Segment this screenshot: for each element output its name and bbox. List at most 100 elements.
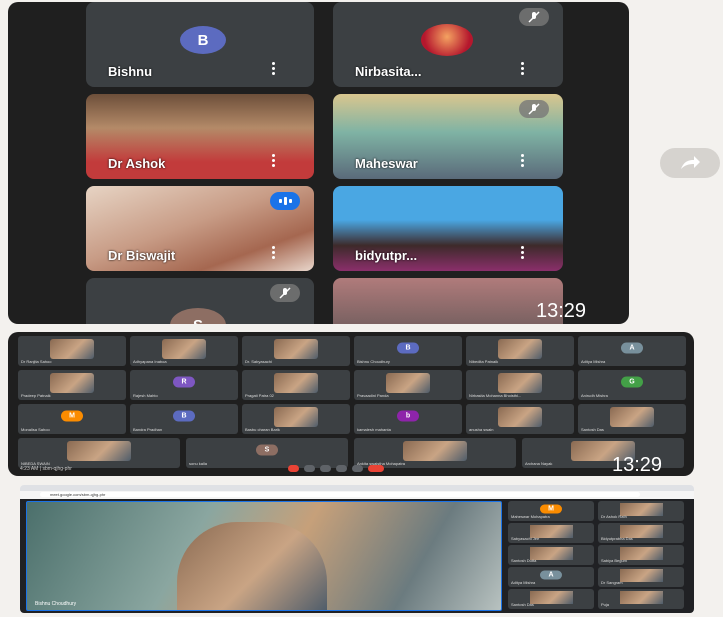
side-participant-tile[interactable]: M Maheswar Mohapatra (508, 501, 594, 521)
participant-name: Puja (601, 602, 610, 607)
side-participant-tile[interactable]: Santosh Dutta (508, 545, 594, 565)
participant-name: Bandra Pradhan (133, 427, 163, 432)
address-bar[interactable]: meet.google.com/sbm-qjhg-phr (40, 492, 640, 497)
share-arrow-icon[interactable] (660, 148, 720, 178)
speaking-indicator-icon (270, 192, 300, 210)
clock-time: 13:29 (536, 300, 587, 322)
participant-tile[interactable]: Basbu charan Barik (242, 404, 350, 434)
more-options-icon[interactable] (272, 60, 276, 77)
participant-tile[interactable]: NIBEDA SWAIN (18, 438, 180, 468)
meeting-code: sbm-qjhg-phr (42, 466, 72, 472)
participant-video (619, 591, 663, 604)
side-participant-tile[interactable]: Sabyasachi Jee (508, 523, 594, 543)
participant-video (66, 441, 132, 461)
participant-name: Dr Sangram (601, 580, 623, 585)
tile-s[interactable]: S (86, 278, 314, 324)
participant-video (50, 373, 94, 393)
tile-dr-biswajit[interactable]: Dr Biswajit (86, 186, 314, 271)
side-participant-tile[interactable]: Puja (598, 589, 684, 609)
tile-dr-ashok[interactable]: Dr Ashok (86, 94, 314, 179)
tile-bishnu[interactable]: B Bishnu (86, 2, 314, 87)
avatar: S (256, 444, 278, 456)
tile-name: Maheswar (355, 156, 418, 171)
side-participant-tile[interactable]: A Aditya Mishra (508, 567, 594, 587)
mic-off-icon (519, 8, 549, 26)
participant-name: Archana Nayak (525, 461, 553, 466)
avatar: B (397, 342, 419, 354)
more-options-icon[interactable] (521, 60, 525, 77)
participant-tile[interactable]: B Bishnu Choudhury (354, 336, 462, 366)
participant-tile[interactable]: R Rajesh Mahto (130, 370, 238, 400)
leave-call-button[interactable] (368, 465, 384, 472)
main-video[interactable]: Bishnu Choudhury (26, 501, 502, 611)
participant-name: Santosh Dutta (511, 558, 537, 563)
mic-button[interactable] (288, 465, 299, 472)
tile-nirbasita[interactable]: Nirbasita... (333, 2, 563, 87)
avatar: b (397, 410, 419, 422)
side-participant-tile[interactable]: Santosh Das (508, 589, 594, 609)
camera-button[interactable] (304, 465, 315, 472)
participant-tile[interactable]: Nibedita Patnaik (466, 336, 574, 366)
participant-name: Sabyasachi Jee (511, 536, 540, 541)
more-options-icon[interactable] (521, 244, 525, 261)
participant-video (50, 339, 94, 359)
participant-name: Anirudh Mishra (581, 393, 608, 398)
avatar: B (180, 26, 226, 54)
participant-name: Sabiya Begum (601, 558, 628, 563)
more-options-icon[interactable] (521, 152, 525, 169)
participant-tile[interactable]: Nirbasita Mohanna Bhoisthi... (466, 370, 574, 400)
meet-content: Bishnu Choudhury M Maheswar Mohapatra Dr A… (20, 499, 694, 613)
tile-name: Nirbasita... (355, 64, 422, 79)
tile-participant[interactable] (333, 278, 563, 324)
participant-name: sonu kalla (189, 461, 208, 466)
meet-grid-large: B Bishnu Nirbasita... Dr Ashok Maheswar … (8, 2, 629, 324)
participant-name: Pragati Patra 02 (245, 393, 274, 398)
participant-name: Bidyutprabha Das (601, 536, 633, 541)
side-participant-tile[interactable]: Sabiya Begum (598, 545, 684, 565)
participant-tile[interactable]: G Anirudh Mishra (578, 370, 686, 400)
participant-tile[interactable]: b kamalesh mahanta (354, 404, 462, 434)
tile-name: Bishnu (108, 64, 153, 79)
participant-video (498, 407, 542, 427)
participant-tile[interactable]: A Aditya Mishra (578, 336, 686, 366)
participant-name: Nibedita Patnaik (469, 359, 499, 364)
avatar (421, 24, 473, 56)
more-options-icon[interactable] (272, 152, 276, 169)
more-options-icon[interactable] (272, 244, 276, 261)
participant-tile[interactable]: Ssonu kalla (186, 438, 348, 468)
participant-video (610, 407, 654, 427)
captions-button[interactable] (320, 465, 331, 472)
avatar: R (173, 376, 195, 388)
present-button[interactable] (336, 465, 347, 472)
participant-tile[interactable]: B Bandra Pradhan (130, 404, 238, 434)
participant-tile[interactable]: Pradeep Patnaik (18, 370, 126, 400)
participant-tile[interactable]: Pravaadini Panda (354, 370, 462, 400)
participant-video (619, 569, 663, 582)
participant-tile[interactable]: Ankita swaistha Mohapatra (354, 438, 516, 468)
participant-name: Pradeep Patnaik (21, 393, 51, 398)
side-participant-tile[interactable]: Dr Ashok Rath (598, 501, 684, 521)
time-label: 4:23 AM (20, 466, 39, 472)
participant-tile[interactable]: Dr. Sabyasachi (242, 336, 350, 366)
participant-tile[interactable]: anusha swain (466, 404, 574, 434)
participant-video (498, 373, 542, 393)
more-button[interactable] (352, 465, 363, 472)
participant-video (274, 407, 318, 427)
side-participant-tile[interactable]: Bidyutprabha Das (598, 523, 684, 543)
tile-name: Dr Ashok (108, 156, 166, 171)
participant-name: Nirbasita Mohanna Bhoisthi... (469, 393, 522, 398)
avatar: A (540, 570, 562, 580)
tile-bidyutpr[interactable]: bidyutpr... (333, 186, 563, 271)
participant-tile[interactable]: Dr Ranjita Sahoo (18, 336, 126, 366)
participant-name: Rajesh Mahto (133, 393, 158, 398)
participant-tile[interactable]: Adhyapana Inaboa (130, 336, 238, 366)
participant-tile[interactable]: Pragati Patra 02 (242, 370, 350, 400)
tile-maheswar[interactable]: Maheswar (333, 94, 563, 179)
side-participant-tile[interactable]: Dr Sangram (598, 567, 684, 587)
participant-tile[interactable]: M Monalisa Sahoo (18, 404, 126, 434)
participant-video (162, 339, 206, 359)
participant-name: Adhyapana Inaboa (133, 359, 167, 364)
participant-tile[interactable]: Santosh Das (578, 404, 686, 434)
url-text: meet.google.com/sbm-qjhg-phr (50, 492, 106, 497)
participant-video (498, 339, 542, 359)
